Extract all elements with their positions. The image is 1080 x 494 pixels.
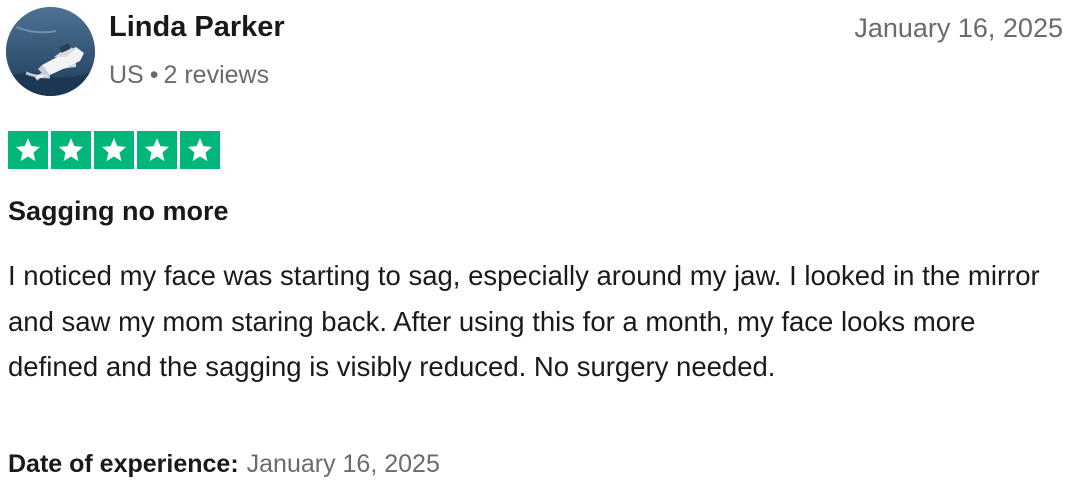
review-card: Linda Parker US • 2 reviews January 16, 20… (0, 0, 1080, 494)
reviewer-name[interactable]: Linda Parker (109, 11, 285, 44)
star-icon (144, 138, 170, 162)
reviewer-meta: US • 2 reviews (109, 61, 269, 90)
experience-date: January 16, 2025 (246, 450, 440, 478)
reviewer-country: US (109, 61, 144, 89)
review-body: I noticed my face was starting to sag, e… (8, 260, 1040, 382)
review-date: January 16, 2025 (854, 13, 1063, 43)
boat-photo-icon (6, 7, 95, 96)
star-icon (187, 138, 213, 162)
star-3 (94, 131, 134, 169)
star-icon (15, 138, 41, 162)
star-icon (101, 138, 127, 162)
avatar[interactable] (6, 7, 95, 96)
star-4 (137, 131, 177, 169)
reviewer-review-count: 2 reviews (163, 61, 270, 89)
star-1 (8, 131, 48, 169)
review-title[interactable]: Sagging no more (8, 196, 229, 227)
star-icon (58, 138, 84, 162)
star-5 (180, 131, 220, 169)
meta-separator: • (149, 61, 159, 89)
date-of-experience: Date of experience: January 16, 2025 (8, 450, 440, 479)
star-2 (51, 131, 91, 169)
experience-label: Date of experience: (8, 450, 239, 478)
star-rating (8, 131, 220, 169)
